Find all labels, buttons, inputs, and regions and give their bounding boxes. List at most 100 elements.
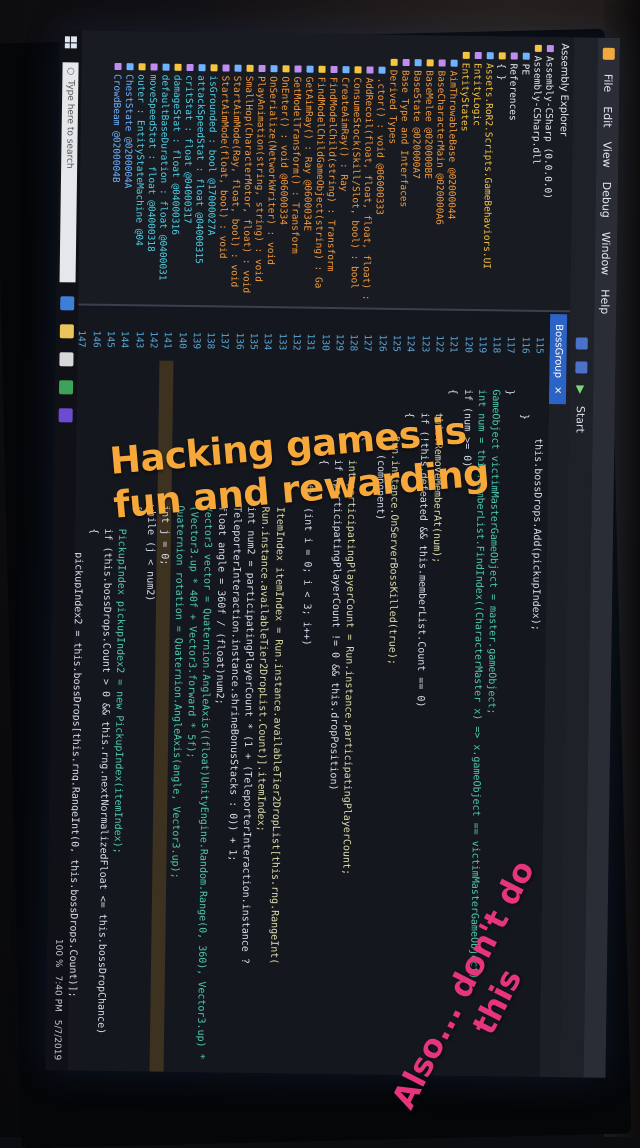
tree-node-icon <box>510 52 518 60</box>
explorer-item-label: Assembly-CSharp (0.0.0.0) <box>541 55 555 200</box>
tree-node-icon <box>342 66 350 74</box>
tree-node-icon <box>414 59 422 67</box>
menu-view[interactable]: View <box>601 141 614 167</box>
line-number: 119 <box>476 335 488 354</box>
tree-node-icon <box>246 64 254 72</box>
explorer-item-label: .ctor() : void @06000333 <box>373 77 387 216</box>
line-number: 146 <box>90 330 102 348</box>
explorer-title: Assembly Explorer <box>557 43 570 137</box>
tree-node-icon <box>354 66 362 74</box>
explorer-item-label: critStat : float @04000317 <box>181 74 195 224</box>
tree-node-icon <box>114 62 122 71</box>
tree-node-icon <box>150 63 158 71</box>
explorer-item-label: BaseCharacterMain @020000A6 <box>433 70 447 226</box>
tree-node-icon <box>546 44 554 53</box>
start-button[interactable]: Start <box>574 406 587 433</box>
taskbar-search[interactable]: ○ Type here to search <box>59 62 79 283</box>
explorer-item-label: EntityLogic <box>470 62 483 127</box>
tree-node-icon <box>174 63 182 71</box>
clock-time: 7:40 PM <box>52 975 63 1012</box>
tree-node-icon <box>366 66 374 74</box>
line-number: 123 <box>419 335 431 353</box>
explorer-item-label: { } <box>495 63 507 81</box>
line-number: 121 <box>447 335 460 353</box>
explorer-item-label: isGrounded : bool @17000027A <box>205 75 219 236</box>
explorer-item-label: BaseMelee @020000BE <box>422 70 435 180</box>
menu-debug[interactable]: Debug <box>600 182 614 218</box>
tree-node-icon <box>210 64 218 72</box>
chrome-icon[interactable] <box>58 380 74 395</box>
menu-edit[interactable]: Edit <box>601 106 614 127</box>
close-icon[interactable]: × <box>552 386 563 395</box>
line-number: 143 <box>133 331 145 349</box>
tree-node-icon <box>438 59 446 67</box>
line-number: 117 <box>504 336 517 354</box>
line-number: 126 <box>376 334 388 352</box>
tree-node-icon <box>462 51 470 59</box>
line-number: 144 <box>119 330 131 349</box>
explorer-tree: Assembly-CSharp (0.0.0.0) Assembly-CSharp… <box>107 37 555 304</box>
visual-studio-icon[interactable] <box>58 408 73 423</box>
line-number: 118 <box>490 336 502 354</box>
explorer-item-label: PE <box>519 63 531 76</box>
tree-node-icon <box>318 65 326 73</box>
explorer-item-label: EntityStates <box>458 62 471 132</box>
tree-node-icon <box>126 63 134 71</box>
line-number: 132 <box>290 333 302 351</box>
redo-icon[interactable] <box>575 361 588 374</box>
tree-node-icon <box>378 66 386 74</box>
menu-window[interactable]: Window <box>599 232 613 276</box>
line-number: 124 <box>404 334 417 353</box>
tree-node-icon <box>294 65 302 73</box>
tree-node-icon <box>138 63 146 71</box>
menu-help[interactable]: Help <box>599 289 612 314</box>
tree-node-icon <box>282 65 290 73</box>
explorer-item-label: Derived Types <box>386 69 399 145</box>
search-icon: ○ <box>65 67 76 76</box>
explorer-item-label: GetAimRay() : Ray @0600034E <box>301 76 315 232</box>
tree-node-icon <box>186 63 194 72</box>
tab-label: BossGroup <box>552 324 564 379</box>
line-number: 128 <box>347 334 359 352</box>
assembly-explorer: Assembly Explorer Assembly-CSharp (0.0.0… <box>78 30 575 313</box>
explorer-item-label: BaseState @020000A7 <box>410 70 423 179</box>
tree-node-icon <box>306 65 314 73</box>
explorer-item-label: CreateAimRay() : Ray <box>337 77 351 192</box>
explorer-item-label: ChestState @0200004A <box>121 74 135 189</box>
explorer-item-label: Base Type and Interfaces <box>397 69 411 208</box>
line-number: 129 <box>333 333 345 352</box>
tree-node-icon <box>522 52 530 60</box>
line-number: 138 <box>204 332 217 350</box>
line-number: 130 <box>319 333 331 351</box>
tree-node-icon <box>162 63 170 71</box>
line-number: 134 <box>261 332 274 351</box>
line-number: 131 <box>304 333 317 351</box>
explorer-item-label: CrowdBeam @0200004B <box>109 73 123 183</box>
tab-bossgroup[interactable]: BossGroup × <box>548 314 568 405</box>
folder-icon[interactable] <box>59 324 74 339</box>
windows-start-icon[interactable] <box>64 36 77 49</box>
tree-node-icon <box>474 51 482 60</box>
tree-node-icon <box>330 65 338 74</box>
menu-file[interactable]: File <box>602 74 615 93</box>
explorer-item-label: damageStat : float @04000316 <box>169 74 183 236</box>
line-number: 137 <box>219 332 231 350</box>
explorer-item-label: OnEnter() : void @06000334 <box>277 76 291 226</box>
tree-node-icon <box>258 64 266 73</box>
undo-icon[interactable] <box>575 337 588 350</box>
line-number: 125 <box>390 334 402 352</box>
line-number: 122 <box>433 335 445 353</box>
tree-node-icon <box>390 58 398 66</box>
tree-node-icon <box>270 65 278 73</box>
line-number: 141 <box>161 331 174 349</box>
tree-node-icon <box>426 59 434 67</box>
line-number: 115 <box>533 336 545 354</box>
line-number: 120 <box>462 335 474 353</box>
store-icon[interactable] <box>59 352 74 367</box>
app-logo-icon <box>602 47 615 60</box>
line-number: 140 <box>176 331 188 349</box>
line-number: 145 <box>104 330 116 348</box>
tree-node-icon <box>234 64 242 72</box>
line-number: 133 <box>276 333 288 351</box>
edge-icon[interactable] <box>60 296 75 311</box>
